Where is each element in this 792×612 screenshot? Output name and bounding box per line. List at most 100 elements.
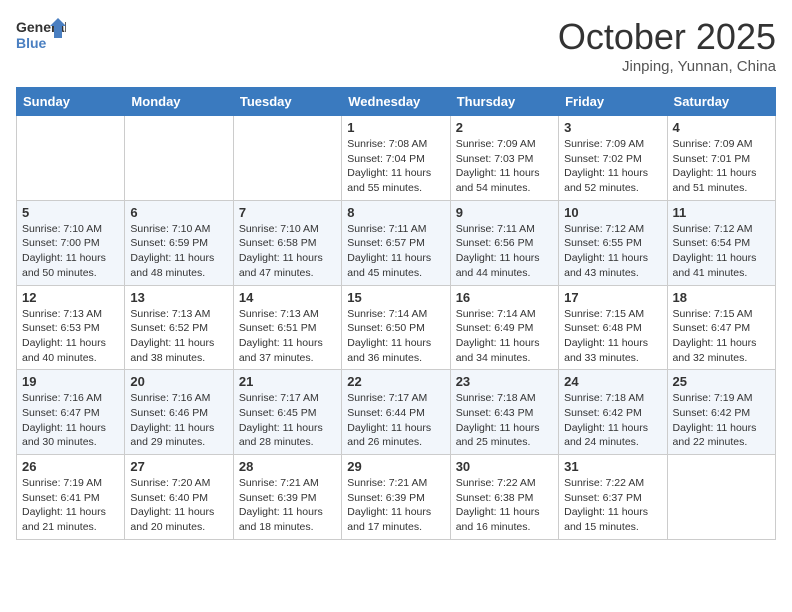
calendar-week-row: 5 Sunrise: 7:10 AM Sunset: 7:00 PM Daylig… <box>17 200 776 285</box>
calendar-cell: 13 Sunrise: 7:13 AM Sunset: 6:52 PM Dayli… <box>125 285 233 370</box>
day-info: Sunrise: 7:15 AM Sunset: 6:48 PM Dayligh… <box>564 307 661 366</box>
calendar-cell <box>125 116 233 201</box>
day-info: Sunrise: 7:11 AM Sunset: 6:57 PM Dayligh… <box>347 222 444 281</box>
day-info: Sunrise: 7:14 AM Sunset: 6:50 PM Dayligh… <box>347 307 444 366</box>
calendar-cell: 31 Sunrise: 7:22 AM Sunset: 6:37 PM Dayli… <box>559 455 667 540</box>
day-number: 24 <box>564 374 661 389</box>
day-number: 6 <box>130 205 227 220</box>
day-number: 31 <box>564 459 661 474</box>
calendar-cell: 26Sunrise: 7:19 AM Sunset: 6:41 PM Dayli… <box>17 455 125 540</box>
calendar-cell <box>667 455 775 540</box>
day-number: 28 <box>239 459 336 474</box>
calendar-week-row: 1Sunrise: 7:08 AM Sunset: 7:04 PM Daylig… <box>17 116 776 201</box>
calendar-cell: 1Sunrise: 7:08 AM Sunset: 7:04 PM Daylig… <box>342 116 450 201</box>
day-info: Sunrise: 7:11 AM Sunset: 6:56 PM Dayligh… <box>456 222 553 281</box>
day-info: Sunrise: 7:17 AM Sunset: 6:45 PM Dayligh… <box>239 391 336 450</box>
calendar-cell: 11 Sunrise: 7:12 AM Sunset: 6:54 PM Dayli… <box>667 200 775 285</box>
calendar-week-row: 12 Sunrise: 7:13 AM Sunset: 6:53 PM Dayli… <box>17 285 776 370</box>
day-number: 21 <box>239 374 336 389</box>
page-header: General Blue October 2025 Jinping, Yunna… <box>16 16 776 75</box>
column-header-wednesday: Wednesday <box>342 88 450 116</box>
day-info: Sunrise: 7:22 AM Sunset: 6:37 PM Dayligh… <box>564 476 661 535</box>
calendar-cell: 14 Sunrise: 7:13 AM Sunset: 6:51 PM Dayli… <box>233 285 341 370</box>
logo-svg: General Blue <box>16 16 66 54</box>
day-info: Sunrise: 7:12 AM Sunset: 6:54 PM Dayligh… <box>673 222 770 281</box>
calendar-cell: 4 Sunrise: 7:09 AM Sunset: 7:01 PM Daylig… <box>667 116 775 201</box>
calendar-cell <box>233 116 341 201</box>
day-number: 25 <box>673 374 770 389</box>
column-header-tuesday: Tuesday <box>233 88 341 116</box>
calendar-cell: 7 Sunrise: 7:10 AM Sunset: 6:58 PM Daylig… <box>233 200 341 285</box>
day-number: 17 <box>564 290 661 305</box>
day-info: Sunrise: 7:21 AM Sunset: 6:39 PM Dayligh… <box>347 476 444 535</box>
day-info: Sunrise: 7:21 AM Sunset: 6:39 PM Dayligh… <box>239 476 336 535</box>
calendar-week-row: 19 Sunrise: 7:16 AM Sunset: 6:47 PM Dayli… <box>17 370 776 455</box>
calendar-cell: 8 Sunrise: 7:11 AM Sunset: 6:57 PM Daylig… <box>342 200 450 285</box>
day-number: 1 <box>347 120 444 135</box>
day-number: 4 <box>673 120 770 135</box>
day-number: 12 <box>22 290 119 305</box>
day-info: Sunrise: 7:18 AM Sunset: 6:42 PM Dayligh… <box>564 391 661 450</box>
day-info: Sunrise: 7:10 AM Sunset: 7:00 PM Dayligh… <box>22 222 119 281</box>
day-number: 5 <box>22 205 119 220</box>
location: Jinping, Yunnan, China <box>558 58 776 75</box>
day-number: 7 <box>239 205 336 220</box>
calendar-cell: 21 Sunrise: 7:17 AM Sunset: 6:45 PM Dayli… <box>233 370 341 455</box>
day-number: 29 <box>347 459 444 474</box>
day-number: 20 <box>130 374 227 389</box>
calendar-cell: 2Sunrise: 7:09 AM Sunset: 7:03 PM Daylig… <box>450 116 558 201</box>
calendar-cell <box>17 116 125 201</box>
day-number: 13 <box>130 290 227 305</box>
day-info: Sunrise: 7:16 AM Sunset: 6:46 PM Dayligh… <box>130 391 227 450</box>
day-info: Sunrise: 7:09 AM Sunset: 7:01 PM Dayligh… <box>673 137 770 196</box>
day-info: Sunrise: 7:10 AM Sunset: 6:59 PM Dayligh… <box>130 222 227 281</box>
day-info: Sunrise: 7:13 AM Sunset: 6:53 PM Dayligh… <box>22 307 119 366</box>
calendar-cell: 3Sunrise: 7:09 AM Sunset: 7:02 PM Daylig… <box>559 116 667 201</box>
column-header-thursday: Thursday <box>450 88 558 116</box>
logo: General Blue <box>16 16 66 54</box>
day-info: Sunrise: 7:13 AM Sunset: 6:52 PM Dayligh… <box>130 307 227 366</box>
calendar-cell: 18Sunrise: 7:15 AM Sunset: 6:47 PM Dayli… <box>667 285 775 370</box>
day-info: Sunrise: 7:12 AM Sunset: 6:55 PM Dayligh… <box>564 222 661 281</box>
day-info: Sunrise: 7:09 AM Sunset: 7:02 PM Dayligh… <box>564 137 661 196</box>
day-info: Sunrise: 7:17 AM Sunset: 6:44 PM Dayligh… <box>347 391 444 450</box>
day-info: Sunrise: 7:19 AM Sunset: 6:42 PM Dayligh… <box>673 391 770 450</box>
calendar-cell: 23Sunrise: 7:18 AM Sunset: 6:43 PM Dayli… <box>450 370 558 455</box>
title-section: October 2025 Jinping, Yunnan, China <box>558 16 776 75</box>
calendar-cell: 25 Sunrise: 7:19 AM Sunset: 6:42 PM Dayli… <box>667 370 775 455</box>
day-number: 10 <box>564 205 661 220</box>
day-number: 19 <box>22 374 119 389</box>
calendar-cell: 30Sunrise: 7:22 AM Sunset: 6:38 PM Dayli… <box>450 455 558 540</box>
column-header-saturday: Saturday <box>667 88 775 116</box>
day-info: Sunrise: 7:14 AM Sunset: 6:49 PM Dayligh… <box>456 307 553 366</box>
calendar-table: SundayMondayTuesdayWednesdayThursdayFrid… <box>16 87 776 540</box>
calendar-cell: 29 Sunrise: 7:21 AM Sunset: 6:39 PM Dayli… <box>342 455 450 540</box>
calendar-cell: 16Sunrise: 7:14 AM Sunset: 6:49 PM Dayli… <box>450 285 558 370</box>
calendar-cell: 10 Sunrise: 7:12 AM Sunset: 6:55 PM Dayli… <box>559 200 667 285</box>
calendar-cell: 22 Sunrise: 7:17 AM Sunset: 6:44 PM Dayli… <box>342 370 450 455</box>
day-number: 26 <box>22 459 119 474</box>
day-number: 14 <box>239 290 336 305</box>
calendar-header-row: SundayMondayTuesdayWednesdayThursdayFrid… <box>17 88 776 116</box>
calendar-cell: 28 Sunrise: 7:21 AM Sunset: 6:39 PM Dayli… <box>233 455 341 540</box>
column-header-monday: Monday <box>125 88 233 116</box>
calendar-cell: 24 Sunrise: 7:18 AM Sunset: 6:42 PM Dayli… <box>559 370 667 455</box>
calendar-cell: 9Sunrise: 7:11 AM Sunset: 6:56 PM Daylig… <box>450 200 558 285</box>
day-number: 22 <box>347 374 444 389</box>
calendar-cell: 27 Sunrise: 7:20 AM Sunset: 6:40 PM Dayli… <box>125 455 233 540</box>
calendar-cell: 17 Sunrise: 7:15 AM Sunset: 6:48 PM Dayli… <box>559 285 667 370</box>
day-info: Sunrise: 7:13 AM Sunset: 6:51 PM Dayligh… <box>239 307 336 366</box>
day-number: 8 <box>347 205 444 220</box>
day-info: Sunrise: 7:15 AM Sunset: 6:47 PM Dayligh… <box>673 307 770 366</box>
day-info: Sunrise: 7:22 AM Sunset: 6:38 PM Dayligh… <box>456 476 553 535</box>
calendar-cell: 12 Sunrise: 7:13 AM Sunset: 6:53 PM Dayli… <box>17 285 125 370</box>
day-info: Sunrise: 7:09 AM Sunset: 7:03 PM Dayligh… <box>456 137 553 196</box>
day-number: 11 <box>673 205 770 220</box>
calendar-cell: 19 Sunrise: 7:16 AM Sunset: 6:47 PM Dayli… <box>17 370 125 455</box>
day-info: Sunrise: 7:20 AM Sunset: 6:40 PM Dayligh… <box>130 476 227 535</box>
day-info: Sunrise: 7:10 AM Sunset: 6:58 PM Dayligh… <box>239 222 336 281</box>
calendar-week-row: 26Sunrise: 7:19 AM Sunset: 6:41 PM Dayli… <box>17 455 776 540</box>
day-info: Sunrise: 7:16 AM Sunset: 6:47 PM Dayligh… <box>22 391 119 450</box>
day-number: 27 <box>130 459 227 474</box>
calendar-cell: 6 Sunrise: 7:10 AM Sunset: 6:59 PM Daylig… <box>125 200 233 285</box>
